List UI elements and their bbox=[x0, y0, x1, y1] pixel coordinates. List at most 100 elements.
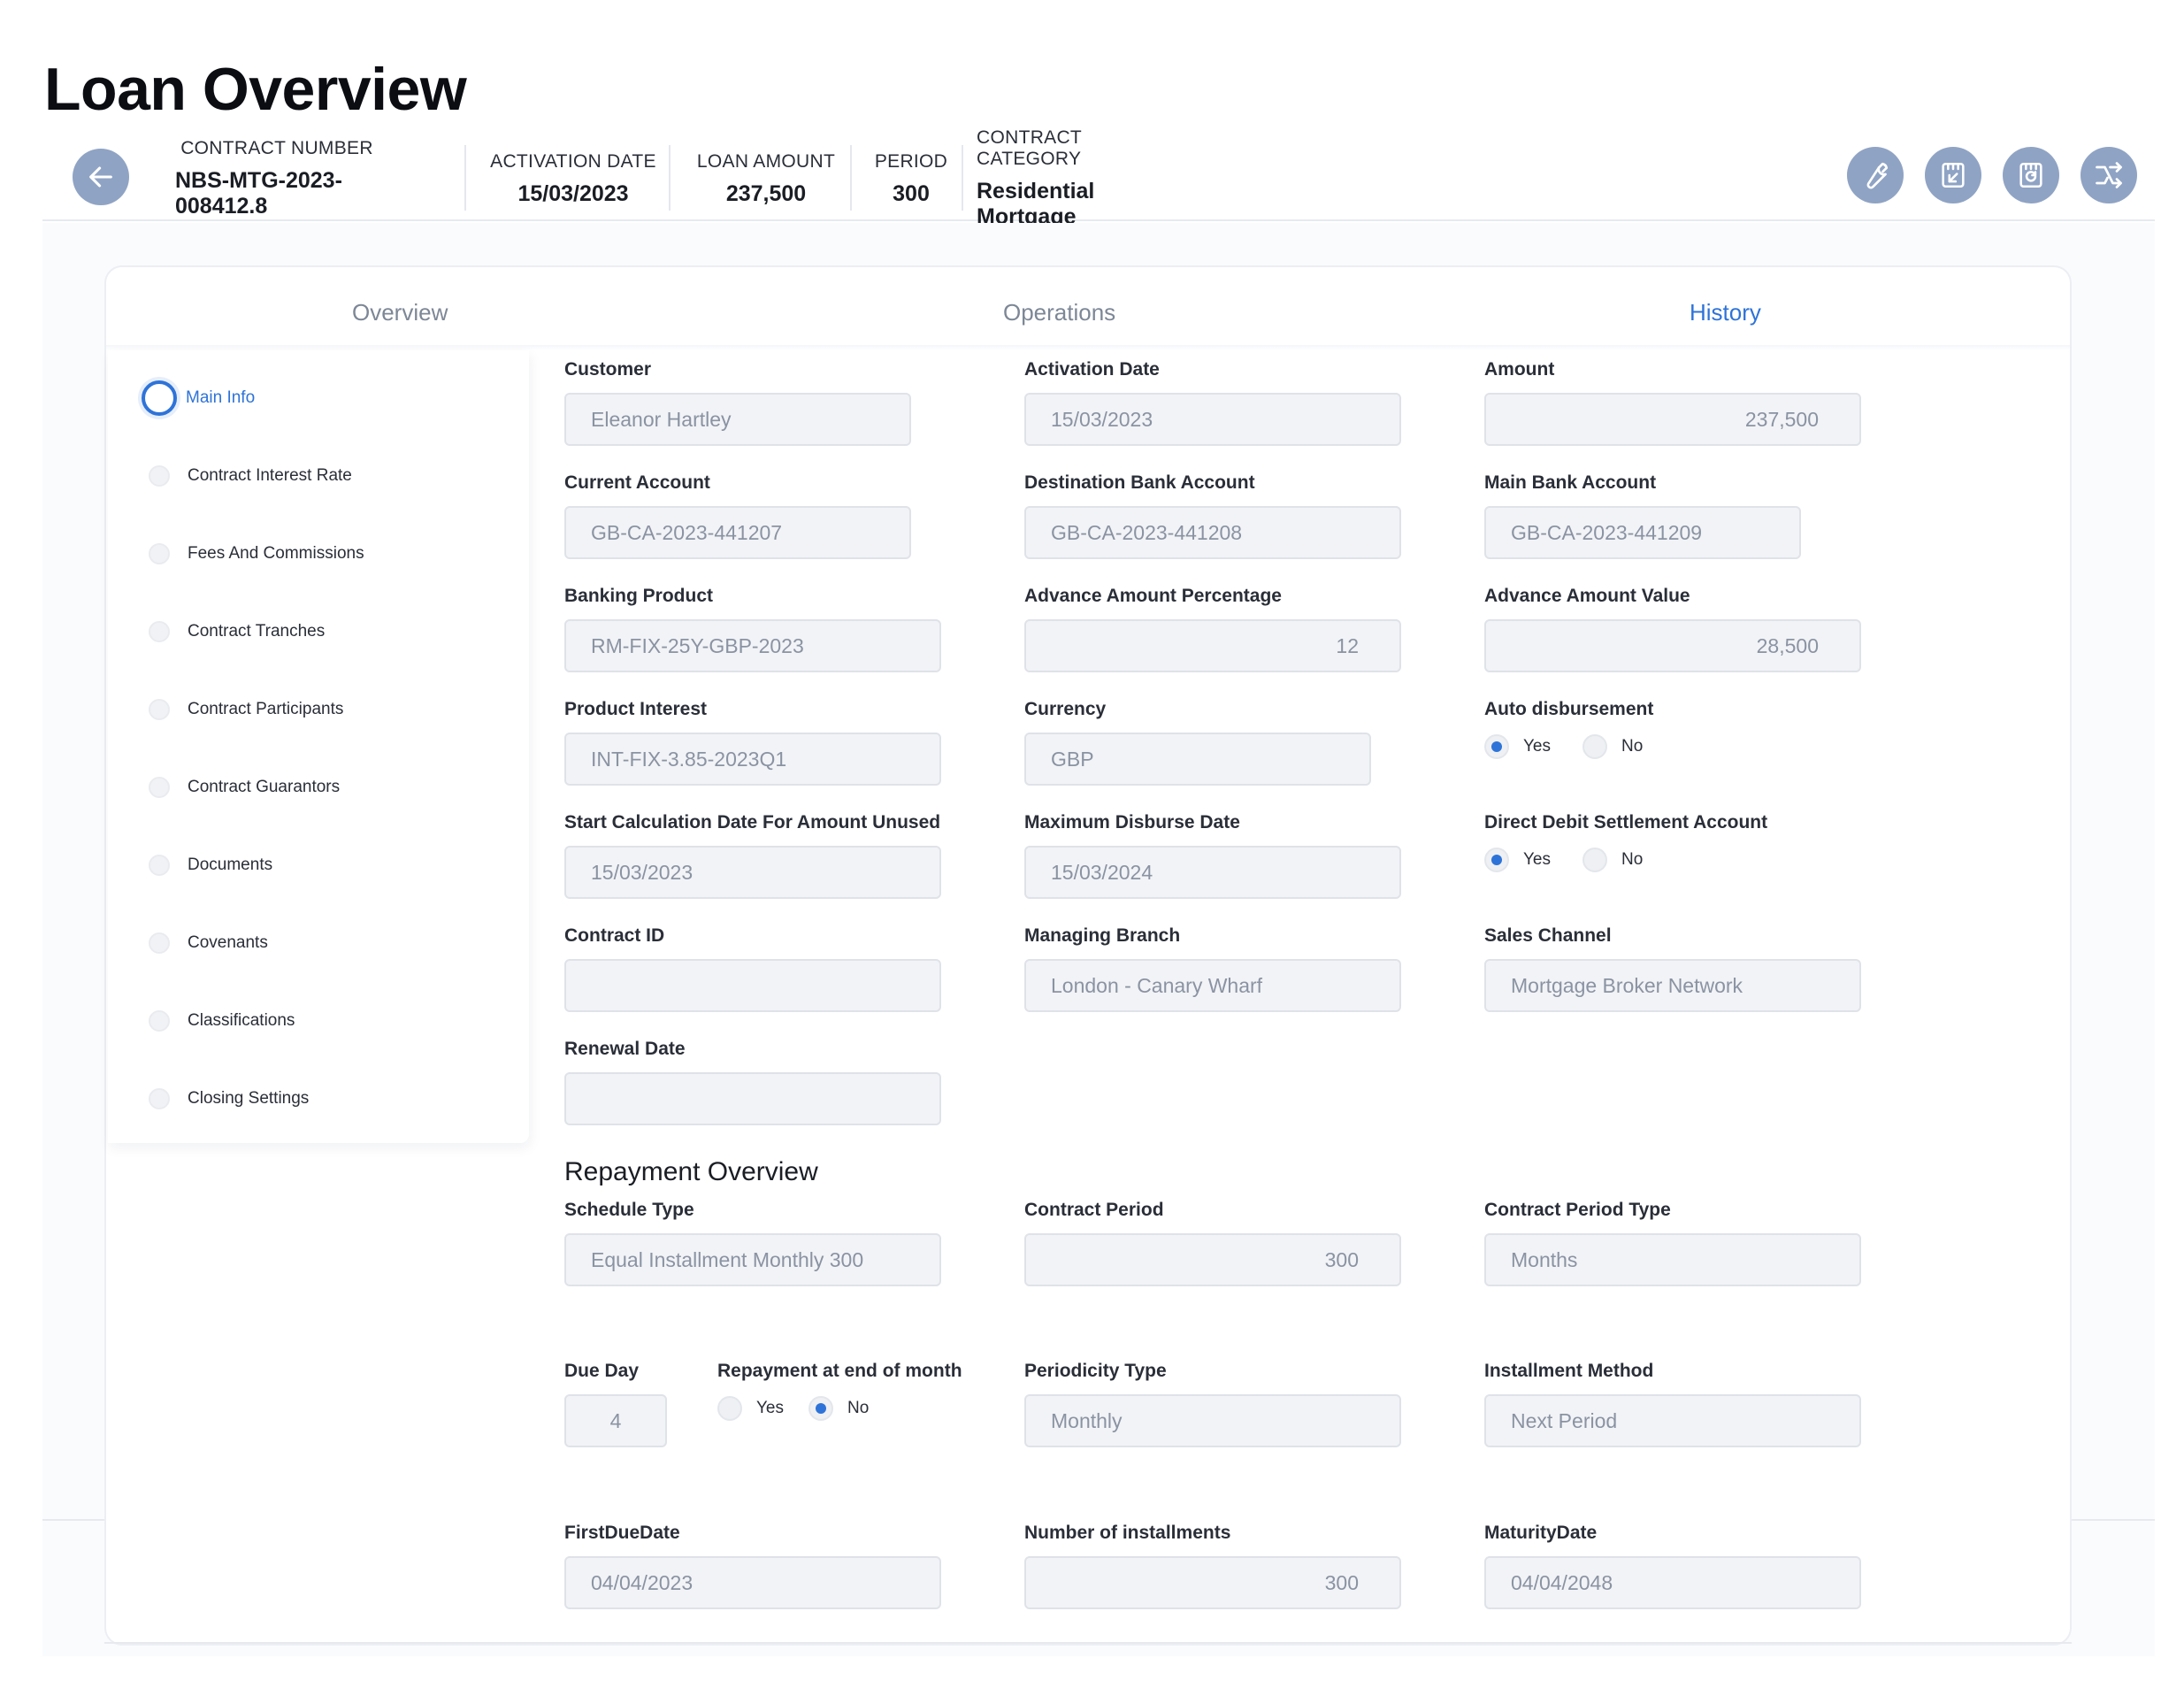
auto-disbursement-no-radio[interactable] bbox=[1582, 734, 1607, 759]
sidebar-item-contract-guarantors[interactable]: Contract Guarantors bbox=[140, 770, 340, 805]
sidebar-item-closing-settings[interactable]: Closing Settings bbox=[140, 1081, 309, 1116]
period-value: 300 bbox=[893, 180, 930, 206]
sidebar-item-label: Main Info bbox=[186, 388, 256, 407]
schedule-type-input[interactable]: Equal Installment Monthly 300 bbox=[564, 1233, 941, 1286]
back-button[interactable] bbox=[73, 149, 129, 205]
advance-amount-value-input[interactable]: 28,500 bbox=[1484, 619, 1861, 672]
maximum-disburse-date-label: Maximum Disburse Date bbox=[1024, 812, 1240, 832]
sidebar-item-documents[interactable]: Documents bbox=[140, 848, 272, 883]
contract-period-input[interactable]: 300 bbox=[1024, 1233, 1401, 1286]
product-interest-input[interactable]: INT-FIX-3.85-2023Q1 bbox=[564, 733, 941, 786]
periodicity-type-input[interactable]: Monthly bbox=[1024, 1394, 1401, 1447]
maturity-date-input[interactable]: 04/04/2048 bbox=[1484, 1556, 1861, 1609]
destination-bank-account-input[interactable]: GB-CA-2023-441208 bbox=[1024, 506, 1401, 559]
import-document-button[interactable] bbox=[1925, 147, 1981, 203]
managing-branch-field: Managing Branch London - Canary Wharf bbox=[1024, 925, 1401, 1012]
contract-period-field: Contract Period 300 bbox=[1024, 1200, 1401, 1286]
contract-period-type-input[interactable]: Months bbox=[1484, 1233, 1861, 1286]
repayment-end-of-month-no-radio[interactable] bbox=[808, 1396, 833, 1421]
start-calculation-date-field: Start Calculation Date For Amount Unused… bbox=[564, 812, 941, 899]
radio-label-no: No bbox=[1621, 850, 1644, 869]
sidebar-item-contract-interest-rate[interactable]: Contract Interest Rate bbox=[140, 458, 352, 494]
loan-amount-value: 237,500 bbox=[725, 180, 807, 206]
current-account-input[interactable]: GB-CA-2023-441207 bbox=[564, 506, 911, 559]
maximum-disburse-date-field: Maximum Disburse Date 15/03/2024 bbox=[1024, 812, 1401, 899]
main-bank-account-input[interactable]: GB-CA-2023-441209 bbox=[1484, 506, 1801, 559]
sidebar-item-fees-and-commissions[interactable]: Fees And Commissions bbox=[140, 536, 364, 572]
document-refresh-icon bbox=[2019, 162, 2042, 188]
advance-amount-percentage-field: Advance Amount Percentage 12 bbox=[1024, 586, 1401, 672]
maximum-disburse-date-input[interactable]: 15/03/2024 bbox=[1024, 846, 1401, 899]
renewal-date-label: Renewal Date bbox=[564, 1039, 686, 1059]
first-due-date-label: FirstDueDate bbox=[564, 1523, 680, 1543]
sidebar-item-label: Classifications bbox=[188, 1011, 295, 1030]
header-divider bbox=[962, 145, 963, 211]
destination-bank-account-label: Destination Bank Account bbox=[1024, 472, 1255, 493]
sidebar-item-label: Documents bbox=[188, 856, 273, 874]
tab-operations[interactable]: Operations bbox=[1003, 299, 1115, 326]
current-account-field: Current Account GB-CA-2023-441207 bbox=[564, 472, 911, 559]
step-indicator bbox=[149, 1010, 170, 1032]
managing-branch-input[interactable]: London - Canary Wharf bbox=[1024, 959, 1401, 1012]
sidebar-item-classifications[interactable]: Classifications bbox=[140, 1003, 295, 1039]
sidebar-item-label: Closing Settings bbox=[188, 1089, 310, 1108]
radio-label-yes: Yes bbox=[1523, 737, 1551, 756]
currency-input[interactable]: GBP bbox=[1024, 733, 1371, 786]
activation-date-input[interactable]: 15/03/2023 bbox=[1024, 393, 1401, 446]
currency-label: Currency bbox=[1024, 699, 1107, 719]
repayment-end-of-month-radio-group: Yes No bbox=[717, 1396, 900, 1421]
repayment-overview-title: Repayment Overview bbox=[564, 1157, 818, 1186]
repayment-end-of-month-yes-radio[interactable] bbox=[717, 1396, 742, 1421]
activation-date-field: Activation Date 15/03/2023 bbox=[1024, 359, 1401, 446]
sidebar-item-covenants[interactable]: Covenants bbox=[140, 925, 268, 961]
due-day-input[interactable]: 4 bbox=[564, 1394, 667, 1447]
advance-amount-value-label: Advance Amount Value bbox=[1484, 586, 1690, 606]
step-indicator bbox=[149, 621, 170, 642]
sidebar-item-label: Covenants bbox=[188, 933, 268, 952]
wrench-icon bbox=[1866, 162, 1889, 189]
card-bottom-divider bbox=[104, 1642, 2072, 1644]
amount-field: Amount 237,500 bbox=[1484, 359, 1861, 446]
sidebar-item-label: Contract Interest Rate bbox=[188, 466, 352, 485]
loan-amount-label: LOAN AMOUNT bbox=[696, 150, 836, 172]
banking-product-input[interactable]: RM-FIX-25Y-GBP-2023 bbox=[564, 619, 941, 672]
direct-debit-settlement-field: Direct Debit Settlement Account Yes No bbox=[1484, 812, 1767, 872]
contract-id-input[interactable] bbox=[564, 959, 941, 1012]
auto-disbursement-yes-radio[interactable] bbox=[1484, 734, 1509, 759]
direct-debit-no-radio[interactable] bbox=[1582, 848, 1607, 872]
number-of-installments-input[interactable]: 300 bbox=[1024, 1556, 1401, 1609]
settings-tool-button[interactable] bbox=[1847, 147, 1904, 203]
customer-label: Customer bbox=[564, 359, 652, 380]
sidebar-item-contract-tranches[interactable]: Contract Tranches bbox=[140, 614, 325, 649]
direct-debit-yes-radio[interactable] bbox=[1484, 848, 1509, 872]
tab-history[interactable]: History bbox=[1690, 299, 1761, 326]
first-due-date-input[interactable]: 04/04/2023 bbox=[564, 1556, 941, 1609]
renewal-date-field: Renewal Date bbox=[564, 1039, 941, 1125]
sidebar-item-label: Contract Participants bbox=[188, 700, 344, 718]
activation-date-group: ACTIVATION DATE 15/03/2023 bbox=[485, 147, 662, 211]
refresh-document-button[interactable] bbox=[2003, 147, 2059, 203]
split-arrow-icon bbox=[2096, 162, 2122, 188]
customer-field: Customer Eleanor Hartley bbox=[564, 359, 911, 446]
renewal-date-input[interactable] bbox=[564, 1072, 941, 1125]
sidebar-item-main-info[interactable]: Main Info bbox=[140, 380, 255, 416]
due-day-field: Due Day 4 bbox=[564, 1361, 667, 1447]
start-calculation-date-input[interactable]: 15/03/2023 bbox=[564, 846, 941, 899]
auto-disbursement-label: Auto disbursement bbox=[1484, 699, 1654, 719]
split-transfer-button[interactable] bbox=[2081, 147, 2137, 203]
customer-input[interactable]: Eleanor Hartley bbox=[564, 393, 911, 446]
periodicity-type-field: Periodicity Type Monthly bbox=[1024, 1361, 1401, 1447]
header-divider bbox=[850, 145, 852, 211]
sales-channel-input[interactable]: Mortgage Broker Network bbox=[1484, 959, 1861, 1012]
banking-product-field: Banking Product RM-FIX-25Y-GBP-2023 bbox=[564, 586, 941, 672]
amount-input[interactable]: 237,500 bbox=[1484, 393, 1861, 446]
contract-period-label: Contract Period bbox=[1024, 1200, 1164, 1220]
advance-amount-percentage-input[interactable]: 12 bbox=[1024, 619, 1401, 672]
tab-overview[interactable]: Overview bbox=[352, 299, 448, 326]
header-divider bbox=[464, 145, 466, 211]
tab-bar: Overview Operations History bbox=[106, 267, 2070, 347]
step-indicator bbox=[149, 777, 170, 798]
installment-method-input[interactable]: Next Period bbox=[1484, 1394, 1861, 1447]
sidebar-item-contract-participants[interactable]: Contract Participants bbox=[140, 692, 343, 727]
sidebar-item-label: Contract Guarantors bbox=[188, 778, 341, 796]
